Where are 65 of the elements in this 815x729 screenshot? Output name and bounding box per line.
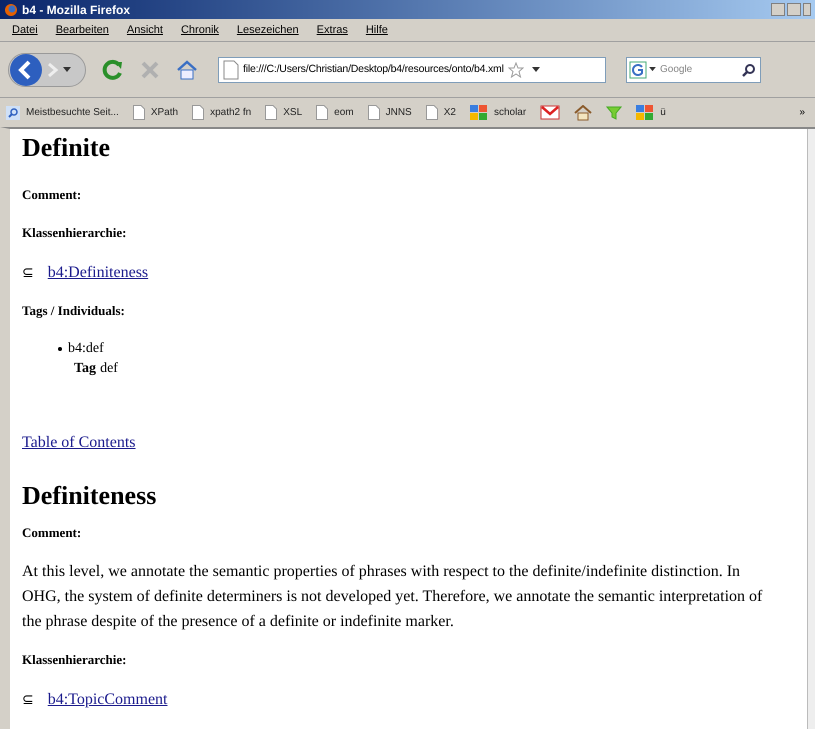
page-icon	[132, 105, 145, 120]
menu-item[interactable]: Chronik	[180, 22, 219, 38]
close-button[interactable]	[803, 3, 811, 16]
bullet	[58, 347, 62, 351]
menu-item[interactable]: Ansicht	[126, 22, 163, 38]
search-field[interactable]: Google	[626, 56, 761, 82]
field-label: Klassenhierarchie:	[22, 652, 128, 668]
bookmark-item[interactable]: ü	[636, 104, 666, 120]
menu-item[interactable]: Lesezeichen	[236, 22, 299, 38]
menu-item[interactable]: Datei	[12, 22, 38, 38]
url-text: file:///C:/Users/Christian/Desktop/b4/resources/onto/b4.xml	[243, 62, 504, 77]
class-link[interactable]: b4:Definiteness	[48, 263, 148, 283]
page-icon	[192, 105, 204, 120]
page-icon	[265, 105, 278, 120]
dropdown-caret-icon	[63, 66, 71, 72]
envelope-icon[interactable]	[540, 105, 560, 120]
menu-item[interactable]: Hilfe	[366, 22, 388, 38]
description-text: At this level, we annotate the semantic properties of phrases with respect to the definite/indefinite distinction. In OHG, the system of definite determiners is not developed yet. Therefore, we annotate the semantic interpretation of the phrase despite of the presence of a definite or indefinite marker.	[22, 562, 764, 632]
bookmark-item[interactable]: Meistbesuchte Seit...	[6, 105, 119, 120]
page-icon	[426, 105, 438, 120]
bookmark-item[interactable]: JNNS	[368, 105, 412, 120]
bookmark-item[interactable]: eom	[316, 105, 354, 120]
toc-link[interactable]: Table of Contents	[22, 433, 136, 453]
individual-name: b4:def	[68, 340, 104, 358]
field-label: Comment:	[22, 187, 82, 203]
more-bookmarks-button[interactable]: »	[799, 105, 805, 120]
colored-squares-icon	[470, 104, 488, 120]
bookmark-item[interactable]: scholar	[470, 104, 526, 120]
dropdown-caret-icon[interactable]	[532, 66, 540, 72]
magnifier-icon	[6, 106, 20, 120]
field-label: Klassenhierarchie:	[22, 225, 128, 241]
bookmark-item[interactable]: XPath	[132, 105, 178, 120]
reload-icon[interactable]	[102, 58, 124, 80]
bookmark-item[interactable]: xpath2 fn	[192, 105, 252, 120]
url-field[interactable]: file:///C:/Users/Christian/Desktop/b4/resources/onto/b4.xml	[218, 56, 606, 82]
house-icon[interactable]	[574, 104, 592, 120]
field-label: Tags / Individuals:	[22, 303, 126, 319]
colored-squares-icon	[636, 104, 654, 120]
menu-item[interactable]: Extras	[316, 22, 348, 38]
class-link[interactable]: b4:TopicComment	[48, 690, 168, 710]
page-icon	[223, 60, 239, 80]
maximize-button[interactable]	[787, 3, 801, 16]
bookmark-item[interactable]: X2	[426, 105, 456, 120]
back-forward-button[interactable]	[8, 52, 86, 86]
subset-symbol: ⊆	[22, 691, 34, 710]
section-heading: Definite	[22, 133, 112, 163]
search-icon[interactable]	[742, 62, 756, 76]
star-icon[interactable]	[508, 62, 524, 78]
page-icon	[316, 105, 328, 120]
field-label: Comment:	[22, 525, 82, 541]
bookmark-item[interactable]: XSL	[265, 105, 302, 120]
minimize-button[interactable]	[771, 3, 785, 16]
search-input[interactable]: Google	[660, 62, 730, 77]
home-icon[interactable]	[176, 60, 198, 80]
tag-label: Tag	[74, 360, 96, 378]
browser-logo-icon	[4, 2, 18, 16]
subset-symbol: ⊆	[22, 264, 34, 283]
menu-item[interactable]: Bearbeiten	[56, 22, 109, 38]
scrollbar[interactable]	[807, 129, 815, 729]
tag-value: def	[100, 360, 118, 378]
dropdown-caret-icon[interactable]	[649, 67, 656, 72]
window-title: b4 - Mozilla Firefox	[22, 2, 130, 18]
section-heading: Definiteness	[22, 481, 158, 511]
page-icon	[368, 105, 380, 120]
search-engine-icon[interactable]	[629, 60, 647, 78]
